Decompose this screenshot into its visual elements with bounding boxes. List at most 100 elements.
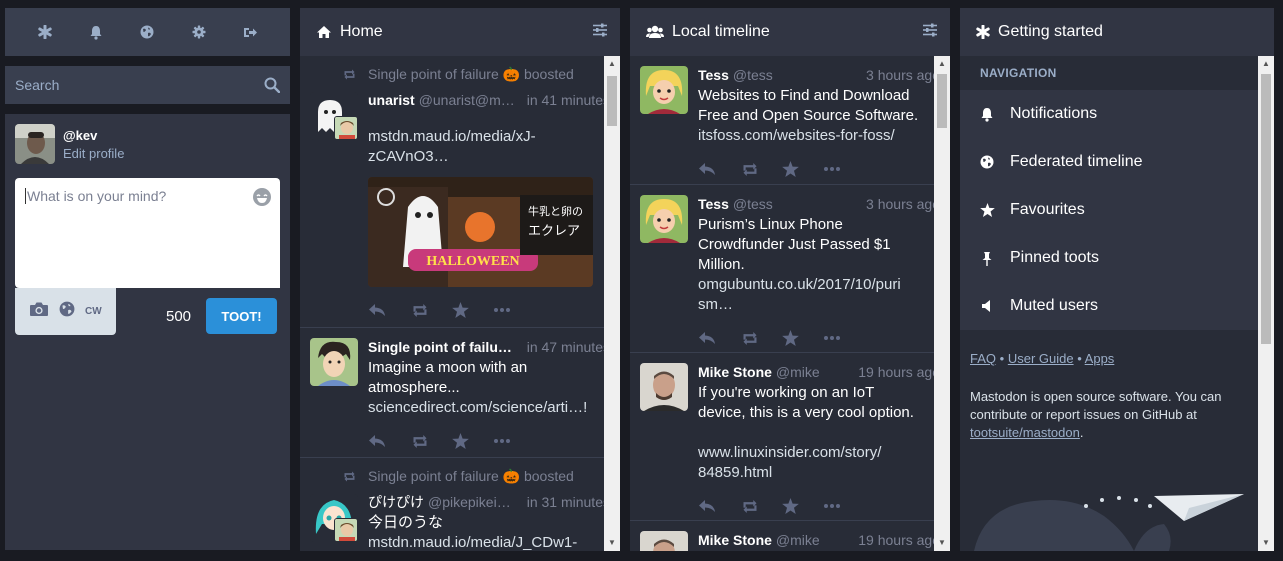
more-icon[interactable] [494,308,536,312]
apps-link[interactable]: Apps [1085,351,1115,366]
star-icon[interactable] [452,433,494,449]
scrollbar[interactable]: ▲ ▼ [604,56,620,551]
status-link[interactable]: itsfoss.com/websites-for-foss/ [698,127,895,144]
camera-icon[interactable] [29,301,49,322]
emoji-picker-icon[interactable] [252,187,272,212]
display-name[interactable]: Mike Stone [698,363,772,381]
star-icon[interactable] [782,498,824,514]
gear-icon[interactable] [190,23,208,41]
column-header[interactable]: Local timeline [630,8,950,56]
boost-text[interactable]: Single point of failure 🎃 boosted [368,468,574,484]
status-time[interactable]: 19 hours ago [858,363,940,381]
boost-icon[interactable] [740,162,782,176]
nav-notifications[interactable]: Notifications [960,90,1258,138]
status[interactable]: Mike Stone @mike 19 hours ago [630,521,950,551]
star-icon[interactable] [452,302,494,318]
display-name[interactable]: Tess [698,66,729,84]
status-link[interactable]: www.linuxinsider.com/story/84859.html [698,443,888,483]
scrollbar-thumb[interactable] [937,74,947,128]
avatar[interactable] [640,531,688,551]
status-time[interactable]: in 41 minutes [527,91,610,109]
bell-icon[interactable] [87,23,105,41]
star-icon[interactable] [782,330,824,346]
reply-icon[interactable] [698,162,740,176]
column-header[interactable]: Getting started [960,8,1274,56]
username[interactable]: @unarist@m… [419,91,525,109]
display-name[interactable]: Single point of failu… [368,338,512,356]
scroll-down-arrow[interactable]: ▼ [1258,535,1274,551]
search-icon[interactable] [264,77,281,98]
boost-icon[interactable] [740,499,782,513]
display-name[interactable]: Tess [698,195,729,213]
avatar[interactable] [640,66,688,114]
scroll-up-arrow[interactable]: ▲ [604,56,620,72]
more-icon[interactable] [824,167,866,171]
status-link[interactable]: mstdn.maud.io/media/xJ-zCAVnO3… [368,128,536,165]
globe-icon[interactable] [59,301,75,322]
nav-pinned-toots[interactable]: Pinned toots [960,234,1258,282]
asterisk-icon[interactable] [36,23,54,41]
avatar[interactable] [310,338,358,386]
reply-icon[interactable] [368,434,410,448]
search-input[interactable] [5,66,290,104]
scrollbar[interactable]: ▲ ▼ [1258,56,1274,551]
status-time[interactable]: in 47 minutes [527,338,610,356]
reply-icon[interactable] [368,303,410,317]
username[interactable]: @mike [776,363,856,381]
booster-avatar[interactable] [334,518,358,542]
status-time[interactable]: 19 hours ago [858,531,940,549]
boost-text[interactable]: Single point of failure 🎃 boosted [368,66,574,82]
logout-icon[interactable] [241,23,259,41]
column-settings-icon[interactable] [922,23,938,42]
compose-textarea[interactable]: What is on your mind? [15,178,280,288]
boost-icon[interactable] [410,303,452,317]
media-attachment[interactable]: HALLOWEEN 牛乳と卵の エクレア [368,177,593,287]
status-link[interactable]: sciencedirect.com/science/arti…! [368,399,587,416]
account-handle[interactable]: @kev [63,128,124,143]
scroll-down-arrow[interactable]: ▼ [934,535,950,551]
scrollbar[interactable]: ▲ ▼ [934,56,950,551]
scroll-up-arrow[interactable]: ▲ [1258,56,1274,72]
avatar[interactable] [640,195,688,243]
boost-icon[interactable] [740,331,782,345]
status-time[interactable]: in 31 minutes [527,493,610,511]
star-icon[interactable] [782,161,824,177]
avatar[interactable] [640,363,688,411]
status[interactable]: Single point of failu… in 47 minutes Ima… [300,328,620,458]
toot-button[interactable]: TOOT! [206,298,278,334]
booster-avatar[interactable] [334,116,358,140]
display-name[interactable]: Mike Stone [698,531,772,549]
boost-icon[interactable] [410,434,452,448]
status[interactable]: Single point of failure 🎃 boosted ぴけぴけ @… [300,458,620,551]
status-link[interactable]: mstdn.maud.io/media/J_CDw1-sb8… [368,534,577,551]
avatar[interactable] [15,124,55,164]
repo-link[interactable]: tootsuite/mastodon [970,425,1080,440]
nav-muted-users[interactable]: Muted users [960,282,1258,330]
globe-icon[interactable] [138,23,156,41]
faq-link[interactable]: FAQ [970,351,996,366]
username[interactable]: @mike [776,531,856,549]
status-time[interactable]: 3 hours ago [866,195,940,213]
scrollbar-thumb[interactable] [1261,74,1271,344]
username[interactable]: @tess [733,66,864,84]
more-icon[interactable] [494,439,536,443]
scrollbar-thumb[interactable] [607,76,617,126]
status-link[interactable]: omgubuntu.co.uk/2017/10/purism… [698,276,901,313]
scroll-down-arrow[interactable]: ▼ [604,535,620,551]
reply-icon[interactable] [698,499,740,513]
more-icon[interactable] [824,504,866,508]
nav-federated-timeline[interactable]: Federated timeline [960,138,1258,186]
display-name[interactable]: ぴけぴけ [368,493,424,511]
scroll-up-arrow[interactable]: ▲ [934,56,950,72]
column-header[interactable]: Home [300,8,620,56]
username[interactable]: @tess [733,195,864,213]
display-name[interactable]: unarist [368,91,415,109]
status[interactable]: Mike Stone @mike 19 hours ago If you're … [630,353,950,521]
status[interactable]: Tess @tess 3 hours ago Purism’s Linux Ph… [630,185,950,353]
username[interactable] [516,338,525,356]
status[interactable]: Tess @tess 3 hours ago Websites to Find … [630,56,950,185]
content-warning-button[interactable]: CW [85,306,102,317]
edit-profile-link[interactable]: Edit profile [63,146,124,161]
reply-icon[interactable] [698,331,740,345]
status[interactable]: Single point of failure 🎃 boosted unaris… [300,56,620,328]
